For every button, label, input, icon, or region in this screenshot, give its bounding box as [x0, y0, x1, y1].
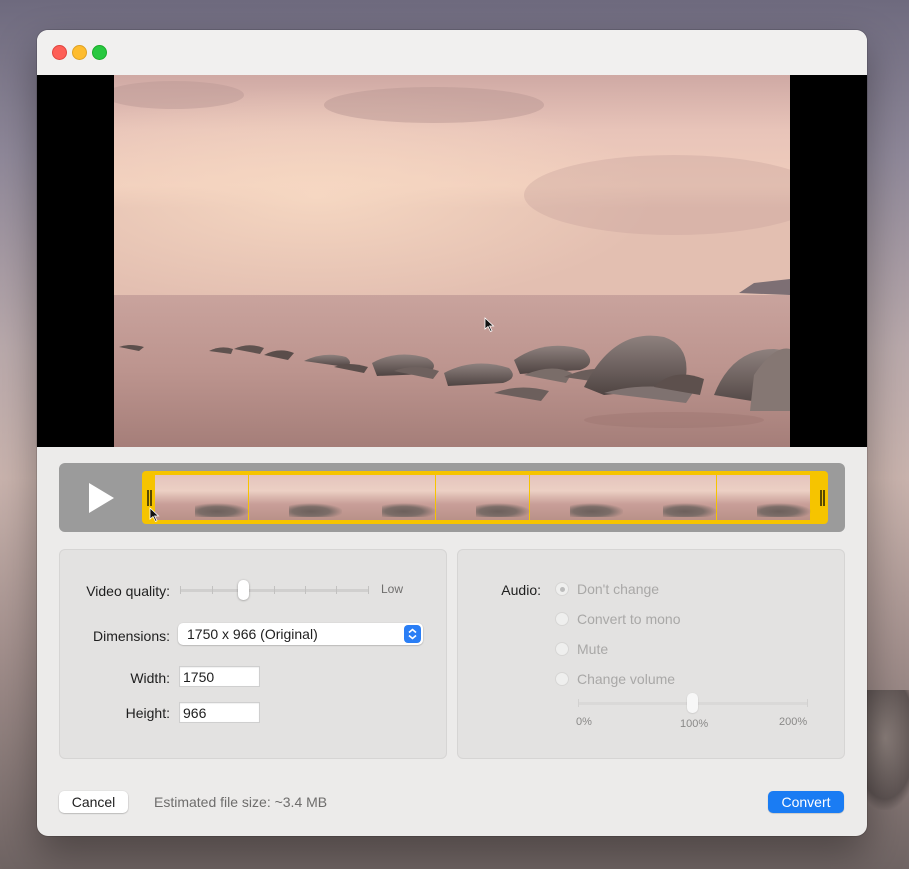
trim-timeline [59, 463, 845, 532]
video-preview[interactable] [37, 75, 867, 447]
audio-settings-panel: Audio: Don't change Convert to mono Mute… [457, 549, 845, 759]
cancel-button[interactable]: Cancel [59, 791, 128, 813]
video-quality-label: Video quality: [86, 583, 170, 599]
height-field[interactable] [179, 702, 260, 723]
audio-option-dont-change-radio[interactable] [555, 582, 569, 596]
minimize-button[interactable] [72, 45, 87, 60]
audio-option-mono-radio[interactable] [555, 612, 569, 626]
trim-range[interactable] [142, 471, 828, 524]
filmstrip-thumbnail [717, 475, 811, 520]
mouse-pointer-icon [149, 507, 160, 523]
video-quality-knob[interactable] [238, 580, 249, 600]
close-button[interactable] [52, 45, 67, 60]
title-bar[interactable] [37, 30, 867, 75]
zoom-button[interactable] [92, 45, 107, 60]
video-frame [114, 75, 790, 447]
width-field[interactable] [179, 666, 260, 687]
dimensions-select[interactable]: 1750 x 966 (Original) [178, 623, 423, 645]
video-quality-low-label: Low [381, 582, 404, 596]
filmstrip-thumbnail [342, 475, 438, 520]
play-icon [89, 483, 114, 513]
play-button[interactable] [81, 479, 121, 517]
filmstrip-thumbnails [155, 475, 811, 520]
volume-tick-200: 200% [779, 716, 808, 728]
audio-option-mono-label: Convert to mono [577, 611, 681, 627]
filmstrip-thumbnail [436, 475, 532, 520]
audio-option-change-volume-label: Change volume [577, 671, 676, 687]
select-chevron-icon [404, 625, 421, 643]
width-label: Width: [130, 670, 170, 686]
volume-tick-100: 100% [680, 718, 709, 730]
estimated-file-size: Estimated file size: ~3.4 MB [154, 794, 328, 810]
video-settings-panel: Video quality: Low Dimensions: 1750 x 96… [59, 549, 447, 759]
video-convert-window: Video quality: Low Dimensions: 1750 x 96… [37, 30, 867, 836]
dimensions-label: Dimensions: [92, 628, 170, 644]
dimensions-select-value: 1750 x 966 (Original) [187, 626, 318, 642]
trim-end-handle[interactable] [816, 479, 828, 516]
audio-option-mute-label: Mute [577, 641, 609, 657]
audio-option-mute-radio[interactable] [555, 642, 569, 656]
convert-button[interactable]: Convert [768, 791, 844, 813]
filmstrip-thumbnail [155, 475, 250, 520]
mouse-pointer-icon [484, 317, 495, 333]
audio-option-dont-change-label: Don't change [577, 581, 660, 597]
filmstrip-thumbnail [248, 475, 344, 520]
audio-label: Audio: [501, 582, 541, 598]
height-label: Height: [125, 705, 170, 721]
volume-tick-0: 0% [576, 716, 592, 728]
volume-knob[interactable] [687, 693, 698, 713]
filmstrip-thumbnail [623, 475, 719, 520]
audio-option-change-volume-radio[interactable] [555, 672, 569, 686]
filmstrip-thumbnail [529, 475, 625, 520]
